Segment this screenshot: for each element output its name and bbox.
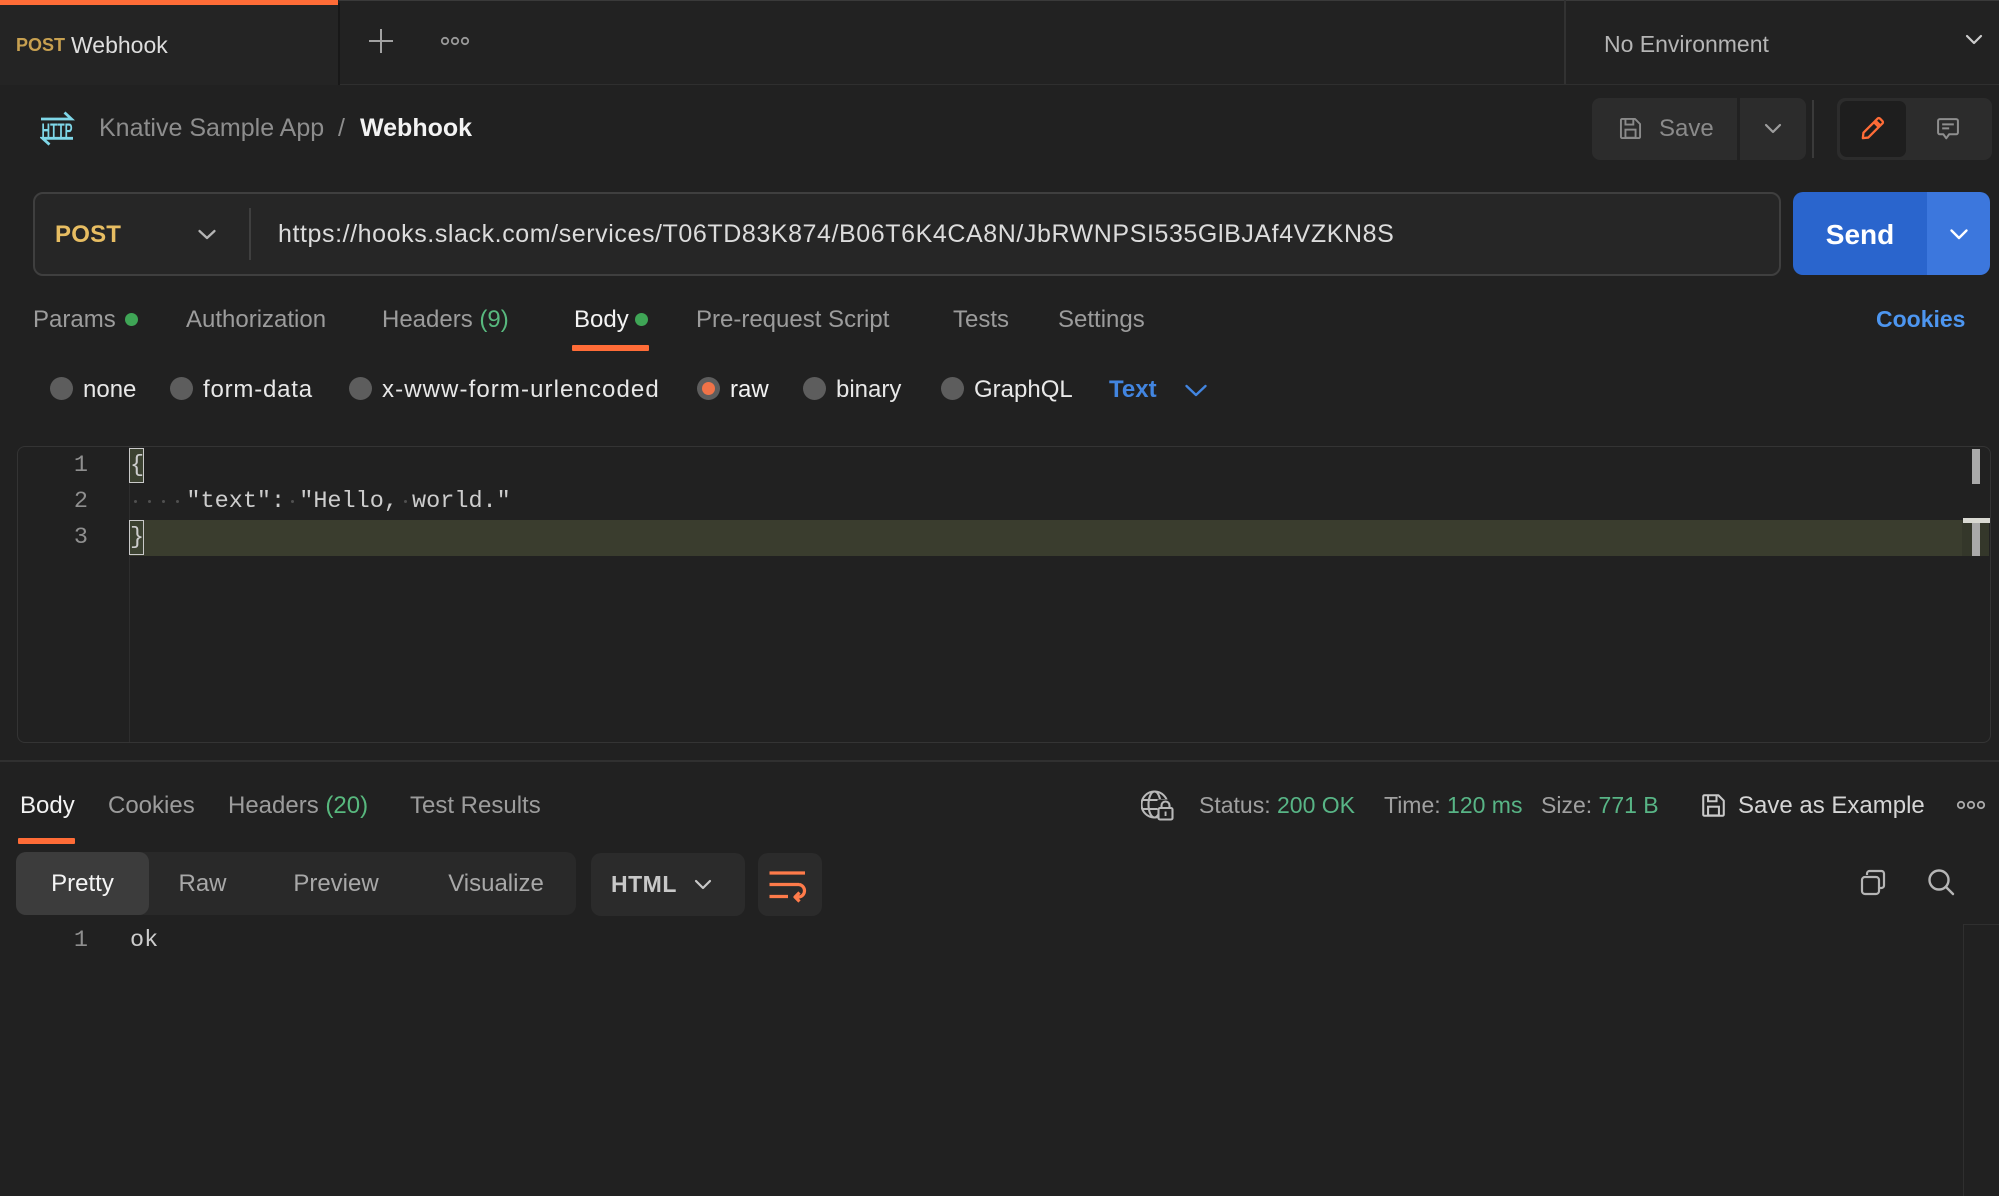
svg-text:HTTP: HTTP [42, 121, 73, 142]
